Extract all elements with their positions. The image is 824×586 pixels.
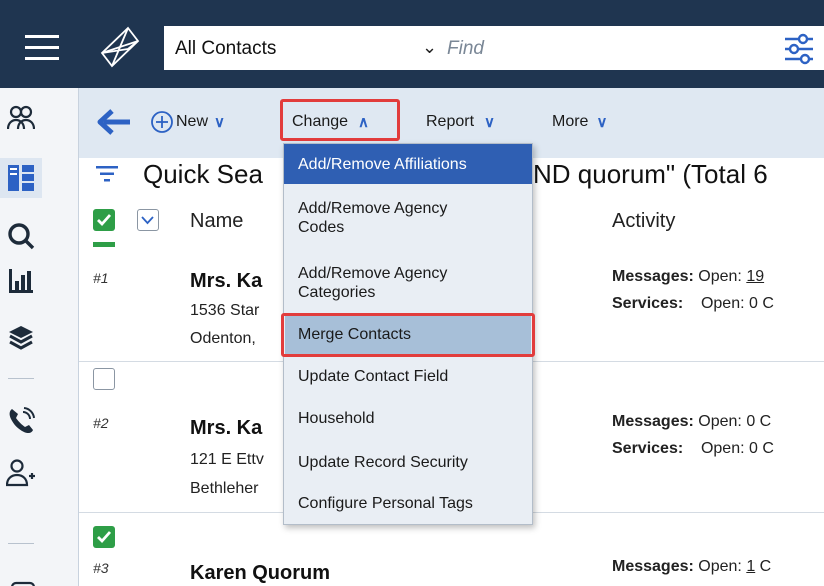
contacts-group-icon[interactable] (6, 103, 36, 133)
layers-icon[interactable] (6, 322, 36, 352)
chevron-down-icon: ∨ (214, 114, 225, 131)
new-label: New (176, 113, 209, 130)
services-value: Open: 0 C (700, 440, 774, 457)
messages-open-text: Open: (698, 558, 747, 575)
column-header-name[interactable]: Name (190, 210, 243, 233)
more-button[interactable]: More ∨ (552, 113, 607, 131)
column-header-activity[interactable]: Activity (612, 210, 675, 233)
contact-address-line2: Odenton, (190, 330, 256, 347)
messages-value: Open: 0 C (698, 413, 772, 430)
new-button[interactable]: New ∨ (176, 113, 225, 131)
messages-tail: C (755, 558, 772, 575)
messages-summary: Messages: Open: 1 C (612, 558, 771, 576)
menu-item-line: Categories (298, 284, 376, 301)
page-title: Quick Sea (143, 159, 263, 190)
menu-item-update-contact-field[interactable]: Update Contact Field (298, 367, 448, 386)
services-label: Services: (612, 295, 684, 312)
services-summary: Services: Open: 0 C (612, 295, 774, 313)
messages-open-link[interactable]: 19 (746, 268, 764, 285)
report-button[interactable]: Report ∨ (426, 113, 495, 131)
contact-address-line1: 1536 Star (190, 302, 260, 319)
rail-separator (8, 378, 34, 379)
search-input[interactable]: Find (447, 38, 484, 60)
messages-label: Messages: (612, 558, 694, 575)
contact-address-line2: Bethleher (190, 480, 259, 497)
rail-separator (8, 543, 34, 544)
menu-item-line: Codes (298, 219, 345, 236)
menu-item-add-remove-agency-categories[interactable]: Add/Remove Agency Categories (298, 264, 447, 302)
menu-item-configure-personal-tags[interactable]: Configure Personal Tags (298, 494, 473, 513)
phone-call-icon[interactable] (6, 406, 36, 436)
row-number: #1 (93, 270, 109, 286)
row-number: #2 (93, 415, 109, 431)
chevron-down-icon: ∨ (596, 114, 608, 131)
services-label: Services: (612, 440, 684, 457)
reports-chart-icon[interactable] (6, 266, 36, 296)
row-checkbox[interactable] (93, 526, 115, 548)
menu-item-line: Add/Remove Agency (298, 200, 448, 217)
page-title-start: Quick Sea (143, 159, 263, 189)
messages-label: Messages: (612, 413, 694, 430)
rail-more-icon[interactable] (8, 570, 38, 586)
chevron-down-icon[interactable]: ⌄ (422, 37, 437, 58)
messages-open-link[interactable]: 1 (746, 558, 755, 575)
plus-circle-icon[interactable] (150, 110, 174, 134)
page-title-tail: ND quorum" (Total 6 (533, 159, 768, 189)
messages-summary: Messages: Open: 19 (612, 268, 764, 286)
contact-address-line1: 121 E Ettv (190, 451, 264, 468)
contact-name-link[interactable]: Mrs. Ka (190, 270, 262, 293)
row-checkbox[interactable] (93, 368, 115, 390)
row-number: #3 (93, 560, 109, 576)
menu-item-add-remove-agency-codes[interactable]: Add/Remove Agency Codes (298, 199, 447, 237)
services-value: Open: 0 C (700, 295, 774, 312)
report-label: Report (426, 113, 475, 130)
add-person-icon[interactable] (6, 458, 36, 488)
contact-name-link[interactable]: Karen Quorum (190, 562, 330, 585)
change-annotation-box (280, 99, 400, 141)
messages-label: Messages: (612, 268, 694, 285)
row-checkbox-stub (93, 242, 115, 247)
search-icon[interactable] (6, 221, 36, 251)
more-label: More (552, 113, 589, 130)
menu-item-household[interactable]: Household (298, 409, 375, 428)
messages-open-text: Open: (698, 268, 747, 285)
hamburger-menu-icon[interactable] (24, 30, 60, 66)
menu-item-line: Add/Remove Agency (298, 265, 448, 282)
search-scope-select[interactable]: All Contacts (175, 38, 276, 60)
contact-name-link[interactable]: Mrs. Ka (190, 417, 262, 440)
filter-sliders-icon[interactable] (783, 30, 815, 66)
app-logo-icon[interactable] (92, 22, 148, 72)
menu-item-update-record-security[interactable]: Update Record Security (298, 453, 468, 472)
messages-summary: Messages: Open: 0 C (612, 413, 771, 431)
chevron-down-icon: ∨ (484, 114, 496, 131)
select-all-checkbox[interactable] (93, 209, 115, 231)
menu-item-add-remove-affiliations[interactable]: Add/Remove Affiliations (298, 155, 467, 174)
dashboard-icon[interactable] (6, 163, 36, 193)
select-options-dropdown[interactable] (137, 209, 159, 231)
list-filter-icon[interactable] (96, 166, 118, 182)
back-arrow-icon[interactable] (96, 107, 132, 137)
merge-annotation-box (281, 313, 535, 357)
services-summary: Services: Open: 0 C (612, 440, 774, 458)
